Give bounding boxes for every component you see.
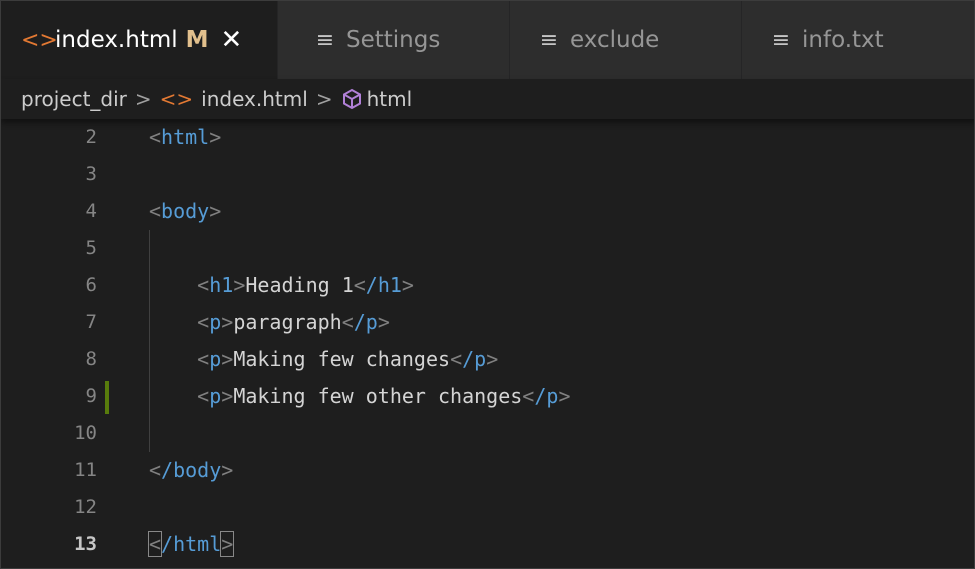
line-number: 12 (74, 496, 97, 518)
tab-settings[interactable]: ≡ Settings (278, 1, 510, 79)
tab-exclude[interactable]: ≡ exclude (510, 1, 742, 79)
line-number: 2 (85, 126, 97, 148)
code-line[interactable]: 12 (1, 489, 974, 526)
lines-file-icon: ≡ (539, 27, 559, 53)
tab-label: info.txt (802, 27, 884, 53)
code-line[interactable]: 5 (1, 230, 974, 267)
code-line[interactable]: 7 <p>paragraph</p> (1, 304, 974, 341)
code-line[interactable]: 4 <body> (1, 193, 974, 230)
html-file-icon: <> (159, 87, 194, 111)
tab-bar: <> index.html M ✕ ≡ Settings ≡ exclude ≡… (1, 1, 974, 79)
code-text: <p>Making few changes</p> (197, 347, 499, 371)
line-number: 5 (85, 237, 97, 259)
code-text: <p>Making few other changes</p> (197, 384, 571, 408)
line-number: 10 (74, 422, 97, 444)
breadcrumb-separator: > (315, 87, 333, 111)
line-number: 7 (85, 311, 97, 333)
code-text: </body> (149, 458, 234, 482)
tab-info-txt[interactable]: ≡ info.txt (742, 1, 974, 79)
breadcrumb-file[interactable]: index.html (201, 87, 308, 111)
breadcrumb: project_dir > <> index.html > html (1, 79, 974, 119)
code-line[interactable]: 13 </html> (1, 526, 974, 563)
modified-badge: M (185, 27, 209, 53)
tab-index-html[interactable]: <> index.html M ✕ (1, 1, 278, 79)
line-number: 13 (74, 533, 97, 555)
code-text: </html> (147, 531, 235, 557)
lines-file-icon: ≡ (771, 27, 791, 53)
code-text: <body> (149, 199, 222, 223)
code-text: <html> (149, 125, 222, 149)
code-line[interactable]: 3 (1, 156, 974, 193)
code-line[interactable]: 2 <html> (1, 119, 974, 156)
close-icon[interactable]: ✕ (221, 25, 243, 55)
line-number: 11 (74, 459, 97, 481)
code-text: <p>paragraph</p> (197, 310, 390, 334)
line-number: 8 (85, 348, 97, 370)
code-text: <h1>Heading 1</h1> (197, 273, 414, 297)
code-editor[interactable]: 2 <html> 3 4 <body> 5 6 <h1>Heading 1</h1> 7 <p… (1, 119, 974, 568)
code-line[interactable]: 11 </body> (1, 452, 974, 489)
line-number: 3 (85, 163, 97, 185)
editor-window: <> index.html M ✕ ≡ Settings ≡ exclude ≡… (0, 0, 975, 569)
breadcrumb-folder[interactable]: project_dir (21, 87, 127, 111)
html-file-icon: <> (21, 27, 58, 53)
code-line[interactable]: 6 <h1>Heading 1</h1> (1, 267, 974, 304)
code-line[interactable]: 8 <p>Making few changes</p> (1, 341, 974, 378)
tab-label: index.html (55, 27, 178, 53)
line-number: 9 (85, 385, 97, 407)
tab-label: Settings (346, 27, 441, 53)
breadcrumb-symbol[interactable]: html (367, 87, 413, 111)
symbol-cube-icon (341, 88, 363, 110)
code-line[interactable]: 10 (1, 415, 974, 452)
line-number: 6 (85, 274, 97, 296)
line-number: 4 (85, 200, 97, 222)
lines-file-icon: ≡ (315, 27, 335, 53)
code-line[interactable]: 9 <p>Making few other changes</p> (1, 378, 974, 415)
tab-label: exclude (570, 27, 660, 53)
breadcrumb-separator: > (134, 87, 152, 111)
